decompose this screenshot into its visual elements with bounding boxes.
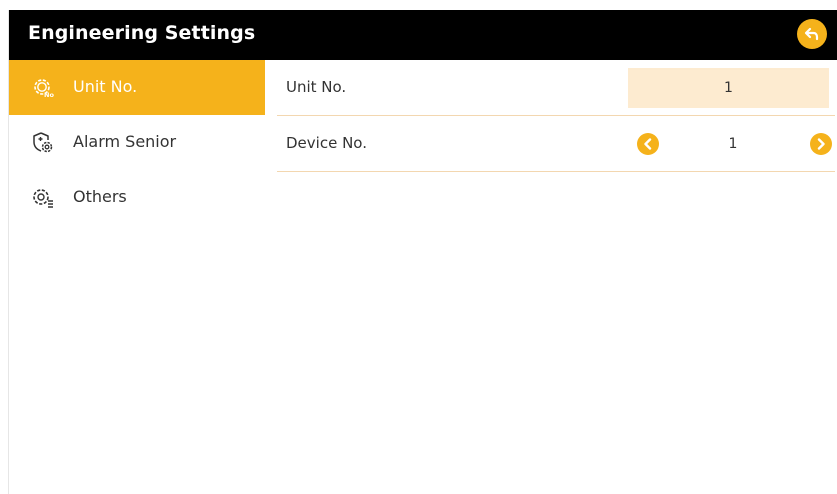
svg-text:No: No xyxy=(44,91,54,99)
chevron-left-icon xyxy=(644,138,652,150)
gear-no-icon: No xyxy=(31,76,55,100)
back-button[interactable] xyxy=(797,19,827,49)
sidebar-item-others[interactable]: Others xyxy=(9,170,265,225)
device-no-value: 1 xyxy=(728,136,738,152)
page-title: Engineering Settings xyxy=(28,22,256,44)
shield-gear-icon xyxy=(31,131,55,155)
sidebar-item-unit-no[interactable]: No Unit No. xyxy=(9,60,265,115)
chevron-right-icon xyxy=(817,138,825,150)
device-no-stepper: 1 xyxy=(628,124,835,164)
engineering-settings-screen: Engineering Settings No Unit No. Alarm S… xyxy=(8,10,837,494)
sidebar-item-label: Alarm Senior xyxy=(73,132,177,151)
unit-no-field[interactable]: 1 xyxy=(628,68,829,108)
sidebar: No Unit No. Alarm Senior Others xyxy=(9,60,265,494)
back-arrow-icon xyxy=(804,27,819,41)
settings-panel: Unit No. 1 Device No. 1 xyxy=(277,60,835,172)
device-no-row: Device No. 1 xyxy=(277,116,835,172)
sidebar-item-alarm-senior[interactable]: Alarm Senior xyxy=(9,115,265,170)
sidebar-item-label: Unit No. xyxy=(73,77,138,96)
device-no-label: Device No. xyxy=(286,134,367,152)
unit-no-label: Unit No. xyxy=(286,78,347,96)
header-bar: Engineering Settings xyxy=(9,10,837,60)
sidebar-item-label: Others xyxy=(73,187,127,206)
device-no-decrease-button[interactable] xyxy=(637,133,659,155)
unit-no-row: Unit No. 1 xyxy=(277,60,835,116)
gear-list-icon xyxy=(31,186,55,210)
device-no-increase-button[interactable] xyxy=(810,133,832,155)
